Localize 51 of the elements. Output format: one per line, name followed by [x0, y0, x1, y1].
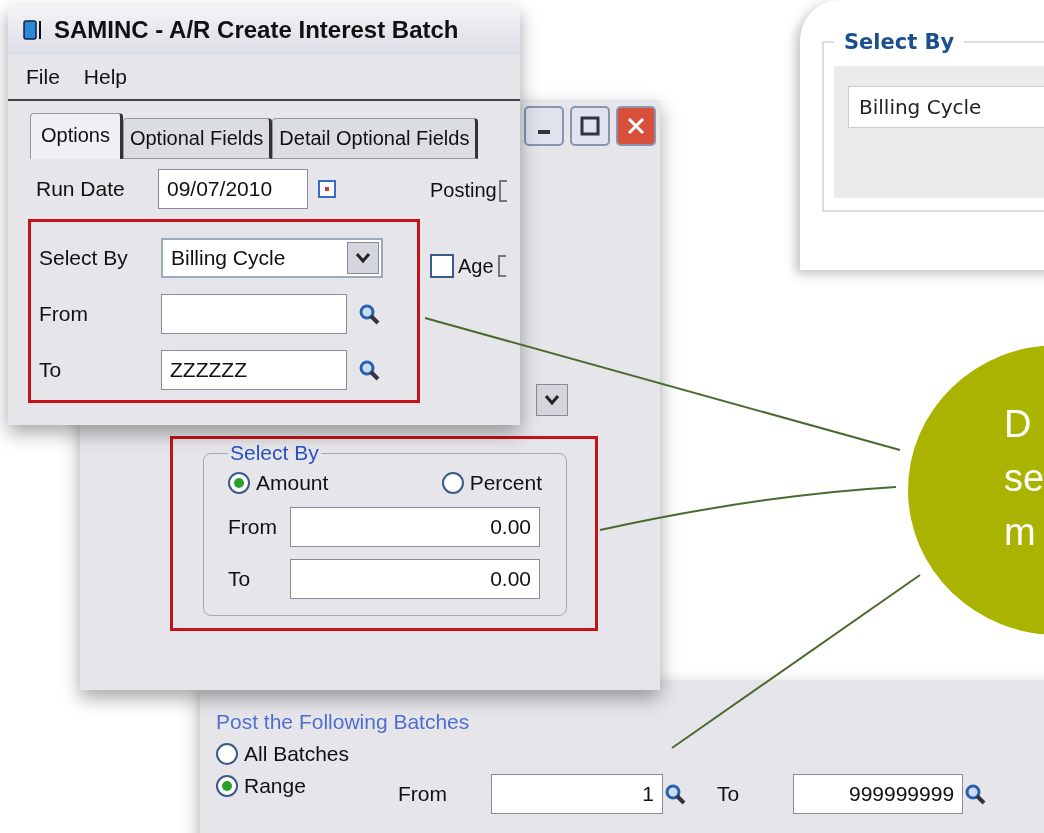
tab[interactable]: Options — [30, 113, 123, 159]
to-label: To — [39, 358, 63, 382]
tab[interactable]: Optional Fields — [122, 118, 273, 159]
maximize-icon — [580, 116, 600, 136]
amount-to-field[interactable]: 0.00 — [290, 559, 540, 599]
close-icon — [626, 116, 646, 136]
radio-option[interactable]: Range — [216, 774, 306, 798]
from-field[interactable] — [161, 294, 347, 334]
to-label: To — [716, 782, 740, 806]
radio-option[interactable]: All Batches — [216, 742, 350, 766]
age-label: Age — [458, 254, 494, 278]
to-field[interactable]: ZZZZZZ — [161, 350, 347, 390]
maximize-button[interactable] — [570, 106, 610, 146]
batches-heading: Post the Following Batches — [216, 710, 471, 734]
minimize-button[interactable] — [524, 106, 564, 146]
radio-option[interactable]: Amount — [228, 471, 329, 495]
from-field[interactable]: 1 — [490, 774, 663, 814]
callout-text: se — [1004, 456, 1044, 501]
select-by-legend: Select By — [834, 30, 965, 54]
search-icon[interactable] — [357, 302, 381, 326]
run-date-field[interactable]: 09/07/2010 — [158, 169, 308, 209]
amount-from-field[interactable]: 0.00 — [290, 507, 540, 547]
input-field[interactable] — [498, 179, 507, 202]
search-icon[interactable] — [963, 782, 988, 806]
select-by-label: Select By — [39, 246, 129, 270]
select-by-field[interactable]: Billing Cycle — [848, 86, 1044, 128]
group-legend: Select By — [228, 441, 321, 465]
from-label: From — [39, 302, 89, 326]
calendar-icon[interactable] — [318, 180, 336, 198]
to-label: To — [228, 567, 252, 591]
caret-icon[interactable] — [536, 384, 568, 416]
from-label: From — [228, 515, 278, 539]
radio-option[interactable]: Percent — [441, 471, 542, 495]
posting-label: Posting — [430, 179, 497, 202]
caret-icon[interactable] — [347, 242, 379, 274]
search-icon[interactable] — [357, 358, 381, 382]
close-button[interactable] — [616, 106, 656, 146]
input-field[interactable] — [497, 255, 506, 277]
window-title: SAMINC - A/R Create Interest Batch — [54, 16, 459, 44]
tab[interactable]: Detail Optional Fields — [272, 118, 479, 159]
run-date-label: Run Date — [36, 177, 126, 201]
menu-item[interactable]: File — [26, 65, 60, 89]
checkbox[interactable] — [430, 254, 454, 278]
to-field[interactable]: 999999999 — [793, 774, 964, 814]
callout-text: D — [1004, 402, 1032, 447]
menu-item[interactable]: Help — [83, 65, 128, 89]
from-label: From — [397, 782, 447, 806]
callout-text: m — [1004, 510, 1036, 555]
minimize-icon — [538, 130, 550, 134]
app-icon — [22, 18, 44, 42]
select-by-dropdown[interactable]: Billing Cycle — [161, 238, 383, 278]
